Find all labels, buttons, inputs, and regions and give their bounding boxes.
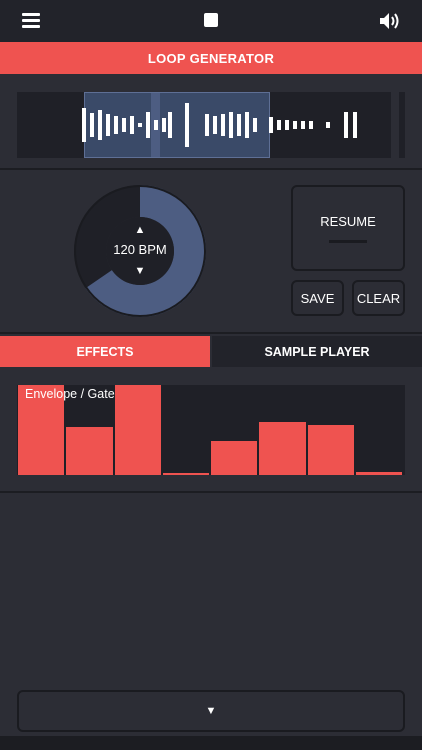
waveform-bar xyxy=(130,116,134,134)
bpm-label: 120 BPM xyxy=(113,242,167,257)
waveform-scrollbar[interactable] xyxy=(399,92,405,158)
section-divider xyxy=(0,332,422,334)
envelope-step[interactable] xyxy=(114,385,161,475)
waveform-bar xyxy=(146,112,150,138)
envelope-step[interactable] xyxy=(259,421,306,475)
tempo-down-icon[interactable]: ▼ xyxy=(106,265,174,277)
waveform-bar xyxy=(154,120,158,130)
save-button[interactable]: SAVE xyxy=(291,280,344,316)
waveform-bar xyxy=(293,121,297,129)
waveform-bar xyxy=(301,121,305,129)
waveform-bar xyxy=(114,116,118,134)
envelope-step[interactable] xyxy=(307,424,354,475)
waveform-bar xyxy=(245,112,249,138)
resume-label: RESUME xyxy=(320,213,376,229)
resume-indicator xyxy=(329,239,367,243)
section-divider xyxy=(0,168,422,170)
envelope-step[interactable] xyxy=(211,440,258,475)
clear-button[interactable]: CLEAR xyxy=(352,280,405,316)
chevron-down-icon: ▼ xyxy=(205,705,217,717)
waveform-bar xyxy=(221,114,225,136)
hamburger-icon[interactable] xyxy=(22,13,40,28)
tab-sample-player[interactable]: SAMPLE PLAYER xyxy=(212,336,422,367)
bottom-strip xyxy=(0,736,422,750)
waveform-bar xyxy=(98,110,102,140)
envelope-step[interactable] xyxy=(162,473,209,475)
page-title: LOOP GENERATOR xyxy=(0,42,422,74)
tab-effects[interactable]: EFFECTS xyxy=(0,336,210,367)
speaker-icon[interactable] xyxy=(379,11,401,31)
waveform-bar xyxy=(168,112,172,138)
waveform-bar xyxy=(277,120,281,130)
waveform-bar xyxy=(138,123,142,127)
waveform-bar xyxy=(185,103,189,147)
tempo-up-icon[interactable]: ▲ xyxy=(106,224,174,236)
stop-icon[interactable] xyxy=(204,13,218,27)
waveform-bar xyxy=(353,112,357,138)
expand-panel-button[interactable]: ▼ xyxy=(17,690,405,732)
envelope-title: Envelope / Gate xyxy=(25,387,115,401)
waveform-bar xyxy=(162,118,166,132)
envelope-step[interactable] xyxy=(355,472,402,475)
waveform-bar xyxy=(237,114,241,136)
waveform-bar xyxy=(344,112,348,138)
waveform-bar xyxy=(253,118,257,132)
resume-button[interactable]: RESUME xyxy=(291,185,405,271)
waveform-bar xyxy=(269,117,273,133)
waveform-bar xyxy=(106,114,110,136)
waveform-bar xyxy=(326,122,330,128)
section-divider xyxy=(0,491,422,493)
waveform-bar xyxy=(309,121,313,129)
waveform-bar xyxy=(285,120,289,130)
waveform-bar xyxy=(205,114,209,136)
waveform-bar xyxy=(213,116,217,134)
waveform-selection[interactable] xyxy=(84,92,270,158)
waveform-bar xyxy=(122,118,126,132)
waveform-bar xyxy=(229,112,233,138)
envelope-step[interactable] xyxy=(66,427,113,475)
waveform-bar xyxy=(90,113,94,137)
waveform-bar xyxy=(82,108,86,142)
